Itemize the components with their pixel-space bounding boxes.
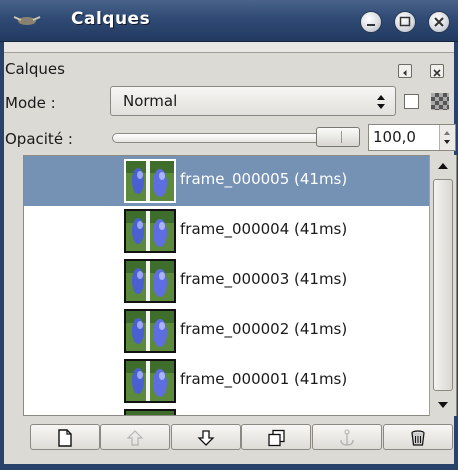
maximize-icon <box>399 16 411 27</box>
window-title: Calques <box>71 9 151 29</box>
trash-icon <box>411 430 425 446</box>
layer-thumbnail <box>124 359 176 403</box>
opacity-spinbutton[interactable]: 100,0 <box>368 124 456 151</box>
new-layer-button[interactable] <box>30 424 100 450</box>
frame-border-bottom <box>0 464 458 470</box>
alpha-checker-icon <box>431 93 449 110</box>
opacity-slider-handle[interactable] <box>316 127 360 147</box>
layer-row[interactable]: frame_000005 (41ms) <box>24 156 430 206</box>
layer-name: frame_000003 (41ms) <box>180 270 348 288</box>
layer-name: frame_000004 (41ms) <box>180 220 348 238</box>
layer-name: frame_000001 (41ms) <box>180 370 348 388</box>
tab-menu-button[interactable] <box>398 64 412 78</box>
layer-thumbnail <box>124 209 176 253</box>
spin-arrows-icon <box>444 131 450 144</box>
mode-select[interactable]: Normal <box>110 86 396 116</box>
spin-arrows[interactable] <box>439 125 455 150</box>
raise-layer-button[interactable] <box>100 424 170 450</box>
triangle-left-icon <box>403 70 407 76</box>
scroll-down-icon[interactable] <box>430 395 456 415</box>
close-icon <box>434 17 444 27</box>
layer-row[interactable]: frame_000004 (41ms) <box>24 206 430 256</box>
anchor-layer-icon <box>340 429 354 446</box>
minimize-button[interactable] <box>360 11 382 33</box>
layer-thumbnail <box>124 309 176 353</box>
dock-close-button[interactable] <box>430 64 444 78</box>
layer-row[interactable]: frame_000002 (41ms) <box>24 306 430 356</box>
app-icon <box>13 16 41 25</box>
title-bar[interactable]: Calques <box>0 0 458 42</box>
mode-value: Normal <box>123 92 178 110</box>
delete-layer-button[interactable] <box>383 424 453 450</box>
layer-name: frame_000005 (41ms) <box>180 170 348 188</box>
layer-row[interactable]: frame_000003 (41ms) <box>24 256 430 306</box>
updown-arrows-icon <box>377 95 385 109</box>
close-icon <box>433 69 441 77</box>
layers-list[interactable]: frame_000005 (41ms) frame_000004 (41ms) … <box>23 155 457 416</box>
raise-layer-icon <box>126 430 144 446</box>
close-button[interactable] <box>428 11 450 33</box>
frame-border-left <box>0 42 4 470</box>
lock-alpha-checkbox[interactable] <box>404 94 419 109</box>
lower-layer-button[interactable] <box>171 424 241 450</box>
lower-layer-icon <box>197 430 215 446</box>
opacity-label: Opacité : <box>5 130 73 148</box>
layer-row[interactable]: frame_000001 (41ms) <box>24 356 430 406</box>
opacity-value: 100,0 <box>373 128 416 146</box>
maximize-button[interactable] <box>394 11 416 33</box>
layer-row-partial[interactable] <box>24 406 430 415</box>
anchor-layer-button[interactable] <box>312 424 382 450</box>
duplicate-layer-icon <box>268 429 285 447</box>
layer-thumbnail <box>124 159 176 203</box>
scroll-up-icon[interactable] <box>430 156 456 176</box>
layer-name: frame_000002 (41ms) <box>180 320 348 338</box>
layer-thumbnail <box>124 409 176 415</box>
minimize-icon <box>367 24 375 26</box>
dock-tab-strip[interactable] <box>4 42 454 53</box>
layer-thumbnail <box>124 259 176 303</box>
scrollbar-thumb[interactable] <box>433 179 453 391</box>
layers-scrollbar[interactable] <box>429 155 456 416</box>
new-layer-icon <box>58 429 72 447</box>
duplicate-layer-button[interactable] <box>241 424 311 450</box>
mode-label: Mode : <box>5 94 56 112</box>
dock-title: Calques <box>5 60 65 78</box>
